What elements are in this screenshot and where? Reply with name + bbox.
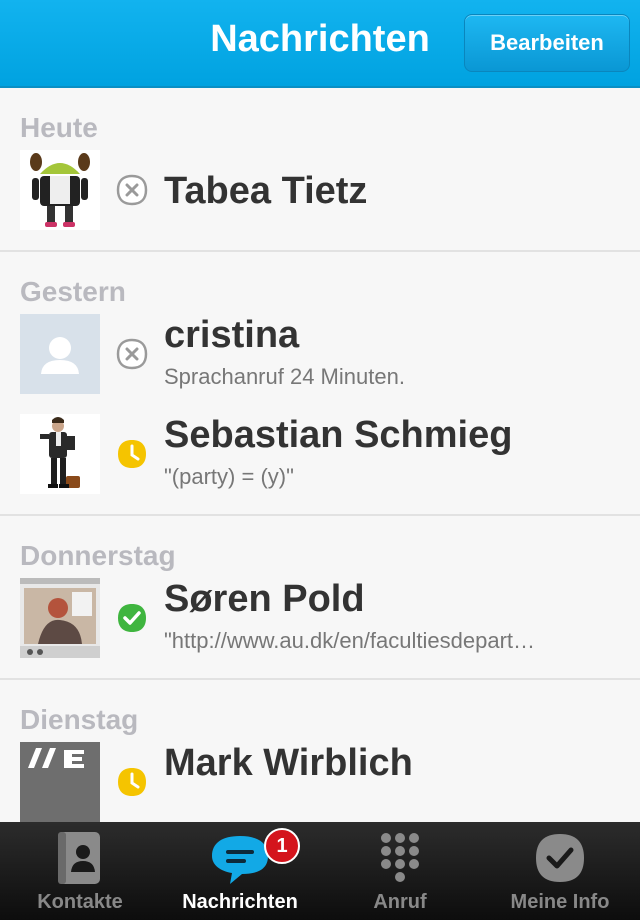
contact-name: Sebastian Schmieg xyxy=(164,414,513,456)
contact-name: Tabea Tietz xyxy=(164,170,368,212)
section-title: Gestern xyxy=(20,276,126,307)
message-preview: "http://www.au.dk/en/facultiesdepart… xyxy=(164,628,536,653)
chat-bubble-icon xyxy=(208,830,272,893)
conversation-row[interactable]: Søren Pold "http://www.au.dk/en/facultie… xyxy=(0,578,640,678)
offline-status-icon xyxy=(116,338,148,370)
contacts-icon xyxy=(54,830,106,891)
avatar xyxy=(20,414,100,494)
section-title: Dienstag xyxy=(20,704,139,735)
tab-label: Meine Info xyxy=(510,891,610,913)
away-status-icon xyxy=(116,766,148,798)
section-today: Heute Tabea Tietz xyxy=(0,88,640,252)
conversation-row[interactable]: cristina Sprachanruf 24 Minuten. xyxy=(0,314,640,414)
message-preview: "(party) = (y)" xyxy=(164,464,294,489)
conversation-list[interactable]: Heute Tabea Tietz Gestern cristina Sprac… xyxy=(0,88,640,822)
section-tuesday: Dienstag Mark Wirblich xyxy=(0,680,640,822)
avatar xyxy=(20,742,100,822)
conversation-row[interactable]: Mark Wirblich xyxy=(0,742,640,822)
tab-messages[interactable]: 1 Nachrichten xyxy=(160,822,320,920)
section-yesterday: Gestern cristina Sprachanruf 24 Minuten. xyxy=(0,252,640,516)
avatar xyxy=(20,150,100,230)
contact-name: Mark Wirblich xyxy=(164,742,413,784)
tab-label: Anruf xyxy=(373,891,427,913)
edit-button[interactable]: Bearbeiten xyxy=(464,14,630,72)
contact-name: Søren Pold xyxy=(164,578,365,620)
online-status-icon xyxy=(116,602,148,634)
contact-name: cristina xyxy=(164,314,300,356)
offline-status-icon xyxy=(116,174,148,206)
tab-my-info[interactable]: Meine Info xyxy=(480,822,640,920)
conversation-row[interactable]: Tabea Tietz xyxy=(0,150,640,250)
skype-check-icon xyxy=(532,830,588,891)
section-title: Heute xyxy=(20,112,98,143)
section-title: Donnerstag xyxy=(20,540,176,571)
conversation-row[interactable]: Sebastian Schmieg "(party) = (y)" xyxy=(0,414,640,514)
away-status-icon xyxy=(116,438,148,470)
tab-contacts[interactable]: Kontakte xyxy=(0,822,160,920)
tab-label: Kontakte xyxy=(37,891,123,913)
tab-label: Nachrichten xyxy=(182,891,298,913)
message-preview: Sprachanruf 24 Minuten. xyxy=(164,364,405,389)
header-bar: Nachrichten Bearbeiten xyxy=(0,0,640,88)
section-thursday: Donnerstag Søren Pold "http://www.au.dk/… xyxy=(0,516,640,680)
avatar-placeholder xyxy=(20,314,100,394)
tab-bar: Kontakte 1 Nachrichten Anruf Meine Info xyxy=(0,822,640,920)
unread-badge: 1 xyxy=(264,828,300,864)
tab-call[interactable]: Anruf xyxy=(320,822,480,920)
avatar xyxy=(20,578,100,658)
dialpad-icon xyxy=(378,830,422,891)
